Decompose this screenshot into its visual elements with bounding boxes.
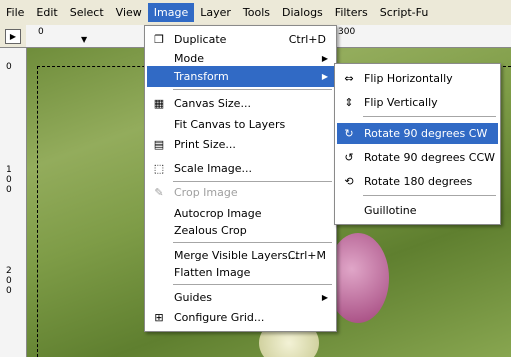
duplicate-icon: ❐ <box>154 33 164 46</box>
scale-image-icon: ⬚ <box>153 162 165 175</box>
menu-separator <box>173 284 332 285</box>
ruler-pointer-icon: ▼ <box>81 35 88 44</box>
image-menu: ❐ Duplicate Ctrl+D Mode ▶ Transform ▶ ▦ … <box>144 25 337 332</box>
transform-submenu: ⇔ Flip Horizontally ⇕ Flip Vertically ↻ … <box>334 63 501 225</box>
menu-item-duplicate[interactable]: ❐ Duplicate Ctrl+D <box>147 29 334 50</box>
menu-item-canvas-size[interactable]: ▦ Canvas Size... <box>147 93 334 114</box>
menu-item-zealous-crop[interactable]: Zealous Crop <box>147 220 334 241</box>
menu-dialogs[interactable]: Dialogs <box>276 3 329 22</box>
canvas-size-icon: ▦ <box>153 97 165 110</box>
menu-edit[interactable]: Edit <box>30 3 63 22</box>
menu-tools[interactable]: Tools <box>237 3 276 22</box>
menu-separator <box>173 89 332 90</box>
menu-item-print-size[interactable]: ▤ Print Size... <box>147 134 334 155</box>
ruler-corner: ▶ <box>0 25 27 48</box>
grid-icon: ⊞ <box>154 311 164 324</box>
menu-script-fu[interactable]: Script-Fu <box>374 3 435 22</box>
rotate-cw-icon: ↻ <box>344 127 354 140</box>
menu-select[interactable]: Select <box>64 3 110 22</box>
menu-item-flip-horizontally[interactable]: ⇔ Flip Horizontally <box>337 68 498 89</box>
menu-separator <box>173 242 332 243</box>
menu-item-configure-grid[interactable]: ⊞ Configure Grid... <box>147 307 334 328</box>
ruler-left[interactable]: 0 1 0 0 2 0 0 <box>0 48 27 357</box>
rotate-180-icon: ⟲ <box>344 175 354 188</box>
ruler-top-label: 300 <box>338 27 356 37</box>
submenu-arrow-icon: ▶ <box>321 54 328 63</box>
menu-item-rotate-cw[interactable]: ↻ Rotate 90 degrees CW <box>337 123 498 144</box>
menu-item-flatten[interactable]: Flatten Image <box>147 262 334 283</box>
submenu-arrow-icon: ▶ <box>321 72 328 81</box>
menu-item-fit-canvas[interactable]: Fit Canvas to Layers <box>147 114 334 135</box>
menu-layer[interactable]: Layer <box>194 3 237 22</box>
menu-separator <box>363 195 496 196</box>
menu-item-crop-image[interactable]: ✎ Crop Image <box>147 182 334 203</box>
submenu-arrow-icon: ▶ <box>321 293 328 302</box>
flip-vertical-icon: ⇕ <box>344 96 354 109</box>
menu-item-scale-image[interactable]: ⬚ Scale Image... <box>147 158 334 179</box>
menu-file[interactable]: File <box>0 3 30 22</box>
ruler-left-label: 1 0 0 <box>6 165 12 195</box>
menu-item-guides[interactable]: Guides ▶ <box>147 287 334 308</box>
menu-item-guillotine[interactable]: Guillotine <box>337 200 498 221</box>
ruler-left-label: 0 <box>6 62 12 72</box>
menu-separator <box>363 116 496 117</box>
menubar: File Edit Select View Image Layer Tools … <box>0 0 511 25</box>
rotate-ccw-icon: ↺ <box>344 151 354 164</box>
menu-view[interactable]: View <box>110 3 148 22</box>
crop-icon: ✎ <box>154 186 164 199</box>
menu-item-rotate-180[interactable]: ⟲ Rotate 180 degrees <box>337 171 498 192</box>
menu-item-transform[interactable]: Transform ▶ <box>147 66 334 87</box>
ruler-left-label: 2 0 0 <box>6 266 12 296</box>
flip-horizontal-icon: ⇔ <box>344 72 354 85</box>
menu-item-rotate-ccw[interactable]: ↺ Rotate 90 degrees CCW <box>337 147 498 168</box>
ruler-top-label: 0 <box>38 27 44 37</box>
menu-item-flip-vertically[interactable]: ⇕ Flip Vertically <box>337 92 498 113</box>
menu-filters[interactable]: Filters <box>329 3 374 22</box>
menu-image[interactable]: Image <box>147 3 195 22</box>
print-size-icon: ▤ <box>153 138 165 151</box>
quick-mask-icon[interactable]: ▶ <box>5 29 21 44</box>
